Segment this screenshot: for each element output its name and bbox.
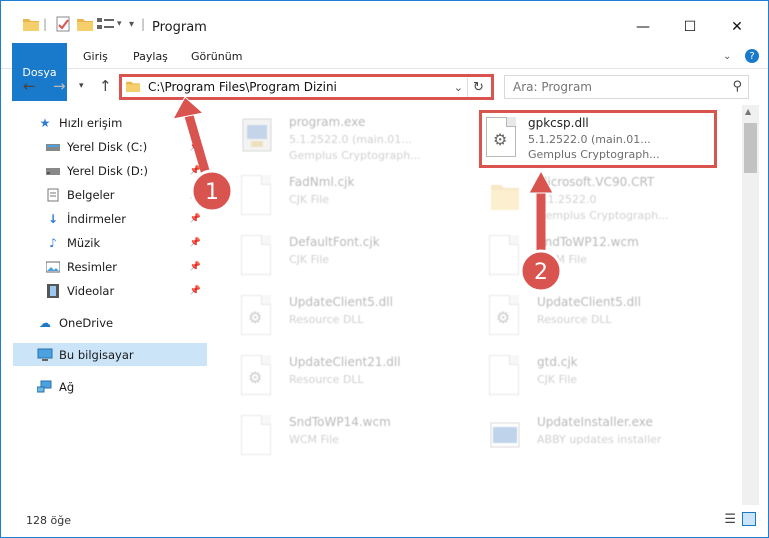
maximize-button[interactable]: ☐: [667, 13, 713, 41]
navigation-pane: ★ Hızlı erişim Yerel Disk (C:) 📌 Yerel D…: [1, 105, 209, 505]
scroll-thumb[interactable]: [744, 123, 757, 173]
close-button[interactable]: ✕: [714, 13, 760, 41]
minimize-button[interactable]: —: [620, 13, 666, 41]
folder-icon: [126, 80, 140, 95]
sidebar-item-music[interactable]: ♪ Müzik 📌: [45, 231, 207, 254]
dll-icon: ⚙: [241, 355, 275, 399]
back-arrow-icon[interactable]: ←: [23, 77, 36, 95]
folder-icon: [489, 175, 523, 219]
sidebar-item-pictures[interactable]: Resimler 📌: [45, 255, 207, 278]
installer-icon: [489, 415, 523, 459]
chevron-down-icon[interactable]: ▾: [117, 15, 122, 33]
file-item[interactable]: FadNml.cjk CJK File: [233, 169, 473, 227]
customize-icon[interactable]: ▾: [129, 15, 134, 33]
ribbon-tabs: Dosya Giriş Paylaş Görünüm ⌄ ?: [1, 43, 769, 101]
documents-icon: [45, 188, 61, 202]
file-item[interactable]: gtd.cjk CJK File: [481, 349, 721, 407]
file-icon: [241, 175, 275, 219]
sidebar-item-onedrive[interactable]: ☁ OneDrive: [37, 311, 207, 334]
search-icon[interactable]: ⚲: [732, 79, 742, 94]
star-icon: ★: [39, 115, 51, 130]
file-item[interactable]: Microsoft.VC90.CRT 5.1.2522.0 Gemplus Cr…: [481, 169, 721, 227]
window-title: Program: [152, 20, 207, 35]
computer-icon: [37, 348, 53, 362]
pin-icon[interactable]: 📌: [190, 286, 201, 296]
video-icon: [45, 283, 61, 298]
dll-icon: ⚙: [489, 295, 523, 339]
up-arrow-icon[interactable]: ↑: [99, 77, 112, 95]
address-path: C:\Program Files\Program Dizini: [148, 80, 337, 94]
large-icons-view-icon[interactable]: [742, 512, 756, 526]
pin-icon[interactable]: 📌: [190, 190, 201, 200]
view-menu-icon[interactable]: [97, 15, 115, 33]
forward-arrow-icon[interactable]: →: [53, 77, 66, 95]
search-box[interactable]: ⚲: [504, 75, 749, 99]
file-item[interactable]: ⚙ UpdateClient5.dll Resource DLL: [233, 289, 473, 347]
file-version: 5.1.2522.0 (main.01...: [528, 133, 651, 146]
sidebar-item-quick-access[interactable]: ★ Hızlı erişim: [37, 111, 207, 134]
refresh-icon[interactable]: ↻: [467, 78, 489, 97]
dll-icon: ⚙: [241, 295, 275, 339]
new-folder-icon[interactable]: [77, 15, 93, 33]
file-item[interactable]: UpdateInstaller.exe ABBY updates install…: [481, 409, 721, 467]
separator: |: [43, 17, 48, 31]
sidebar-item-this-pc[interactable]: Bu bilgisayar: [13, 343, 207, 366]
file-name: gpkcsp.dll: [528, 116, 589, 130]
scroll-up-icon[interactable]: ▲: [745, 107, 751, 116]
file-icon: [241, 235, 275, 279]
file-item-gpkcsp[interactable]: ⚙ gpkcsp.dll 5.1.2522.0 (main.01... Gemp…: [479, 110, 717, 168]
recent-locations-icon[interactable]: ▾: [79, 81, 84, 91]
properties-icon[interactable]: [55, 15, 71, 33]
sidebar-item-network[interactable]: Ağ: [37, 375, 207, 398]
cloud-icon: ☁: [39, 315, 51, 330]
file-item[interactable]: ⚙ gpkcsp.dll 5.1.2522.0 (main.01... Gemp…: [482, 113, 714, 165]
file-item[interactable]: ⚙ UpdateClient5.dll Resource DLL: [481, 289, 721, 347]
status-bar: 128 öğe ☰: [1, 505, 768, 537]
sidebar-item-downloads[interactable]: ↓ İndirmeler 📌: [45, 207, 207, 230]
pin-icon[interactable]: 📌: [190, 262, 201, 272]
network-icon: [37, 380, 53, 394]
drive-icon: [45, 140, 61, 154]
music-icon: ♪: [49, 235, 57, 250]
file-description: Gemplus Cryptograph...: [528, 148, 660, 161]
exe-icon: [241, 115, 275, 159]
sidebar-item-videos[interactable]: Videolar 📌: [45, 279, 207, 302]
dll-icon: ⚙: [486, 117, 520, 161]
pin-icon[interactable]: 📌: [190, 238, 201, 248]
file-item[interactable]: program.exe 5.1.2522.0 (main.01... Gempl…: [233, 109, 473, 167]
separator: |: [141, 17, 146, 31]
download-icon: ↓: [47, 211, 59, 226]
search-input[interactable]: [513, 80, 723, 94]
view-toggles: ☰: [724, 512, 756, 527]
file-item[interactable]: ⚙ UpdateClient21.dll Resource DLL: [233, 349, 473, 407]
file-icon: [489, 235, 523, 279]
sidebar-item-documents[interactable]: Belgeler 📌: [45, 183, 207, 206]
address-bar[interactable]: C:\Program Files\Program Dizini ⌄ ↻: [119, 74, 494, 100]
pictures-icon: [45, 260, 61, 274]
sidebar-item-disk-d[interactable]: Yerel Disk (D:) 📌: [45, 159, 207, 182]
sidebar-item-disk-c[interactable]: Yerel Disk (C:) 📌: [45, 135, 207, 158]
tab-view[interactable]: Görünüm: [181, 43, 252, 69]
file-icon: [489, 355, 523, 399]
pin-icon[interactable]: 📌: [190, 142, 201, 152]
tab-home[interactable]: Giriş: [73, 43, 118, 69]
item-count: 128 öğe: [26, 514, 71, 527]
pin-icon[interactable]: 📌: [190, 166, 201, 176]
folder-icon[interactable]: [23, 15, 39, 33]
pin-icon[interactable]: 📌: [190, 214, 201, 224]
vertical-scrollbar[interactable]: ▲: [742, 105, 759, 505]
file-item[interactable]: SndToWP14.wcm WCM File: [233, 409, 473, 467]
chevron-down-icon[interactable]: ⌄: [454, 81, 463, 94]
file-item[interactable]: SndToWP12.wcm WCM File: [481, 229, 721, 287]
explorer-window: | ▾ ▾ | Program — ☐ ✕ Dosya Giriş Paylaş…: [0, 0, 769, 538]
file-icon: [241, 415, 275, 459]
tab-share[interactable]: Paylaş: [123, 43, 178, 69]
address-row: ← → ▾ ↑ C:\Program Files\Program Dizini …: [1, 69, 768, 103]
drive-icon: [45, 164, 61, 178]
details-view-icon[interactable]: ☰: [724, 512, 736, 527]
help-icon[interactable]: ?: [735, 43, 769, 69]
file-item[interactable]: DefaultFont.cjk CJK File: [233, 229, 473, 287]
title-bar: | ▾ ▾ | Program — ☐ ✕: [1, 1, 768, 43]
